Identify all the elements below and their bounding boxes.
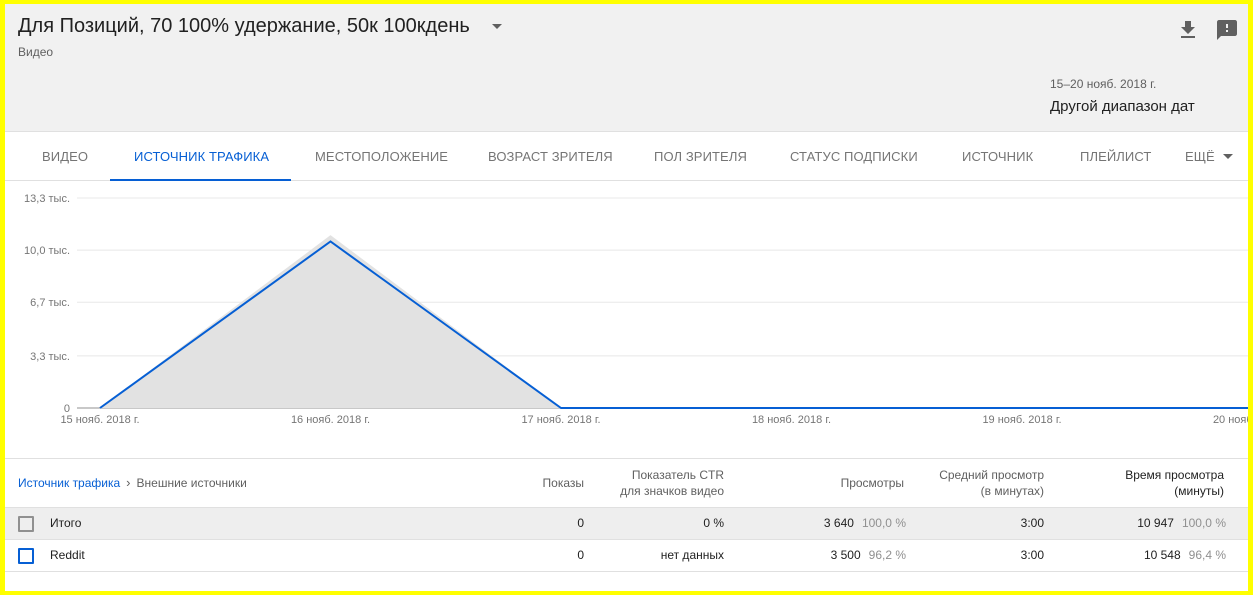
row-watch-pct: 96,4 % xyxy=(1188,548,1226,562)
table-header: Источник трафика › Внешние источники Пок… xyxy=(5,459,1248,507)
column-header-watch-line2: (минуты) xyxy=(1174,484,1224,498)
row-watch: 10 947 100,0 % xyxy=(1137,516,1226,530)
column-header-ctr[interactable]: Показатель CTR для значков видео xyxy=(620,467,724,499)
tab-viewer-gender[interactable]: Пол зрителя xyxy=(654,133,747,181)
report-header: Для Позиций, 70 100% удержание, 50к 100к… xyxy=(5,4,1248,132)
row-views: 3 640 100,0 % xyxy=(824,516,906,530)
x-tick-label: 16 нояб. 2018 г. xyxy=(291,414,370,426)
row-views-value: 3 640 xyxy=(823,516,854,530)
column-header-avg-line1: Средний просмотр xyxy=(939,468,1044,482)
y-tick-label: 6,7 тыс. xyxy=(30,297,70,309)
title-row[interactable]: Для Позиций, 70 100% удержание, 50к 100к… xyxy=(18,15,502,38)
column-header-watch-time[interactable]: Время просмотра (минуты) xyxy=(1125,467,1224,499)
chart-svg: 03,3 тыс.6,7 тыс.10,0 тыс.13,3 тыс.15 но… xyxy=(24,193,1248,426)
report-subtitle: Видео xyxy=(18,45,54,59)
row-impressions: 0 xyxy=(577,548,584,562)
breadcrumb: Источник трафика › Внешние источники xyxy=(18,475,247,490)
row-name: Итого xyxy=(50,516,82,530)
column-header-impressions[interactable]: Показы xyxy=(543,475,584,491)
column-header-ctr-line2: для значков видео xyxy=(620,484,724,498)
breadcrumb-current: Внешние источники xyxy=(136,475,247,490)
chevron-down-icon[interactable] xyxy=(491,24,502,29)
tab-source[interactable]: Источник xyxy=(962,133,1033,181)
row-watch-value: 10 548 xyxy=(1143,548,1181,562)
y-tick-label: 13,3 тыс. xyxy=(24,193,70,205)
download-icon[interactable] xyxy=(1176,18,1200,42)
row-ctr: 0 % xyxy=(703,516,724,530)
column-header-avg-line2: (в минутах) xyxy=(980,484,1044,498)
analytics-panel: Для Позиций, 70 100% удержание, 50к 100к… xyxy=(5,4,1248,591)
date-range-label: 15–20 нояб. 2018 г. xyxy=(1050,77,1157,91)
row-watch-pct: 100,0 % xyxy=(1181,516,1226,530)
table-row-total: Итого 0 0 % 3 640 100,0 % 3:00 10 947 100,… xyxy=(5,507,1248,539)
column-header-ctr-line1: Показатель CTR xyxy=(631,468,724,482)
row-views-value: 3 500 xyxy=(830,548,861,562)
column-header-views[interactable]: Просмотры xyxy=(841,475,904,491)
row-views-pct: 100,0 % xyxy=(861,516,906,530)
series-area xyxy=(100,235,1248,408)
dimension-tabs: Видео Источник трафика Местоположение Во… xyxy=(5,133,1248,181)
row-views: 3 500 96,2 % xyxy=(831,548,906,562)
row-ctr: нет данных xyxy=(660,548,724,562)
chevron-down-icon xyxy=(1222,154,1233,159)
row-avg: 3:00 xyxy=(1020,516,1044,530)
x-tick-label: 15 нояб. 2018 г. xyxy=(60,414,139,426)
tab-more[interactable]: Ещё xyxy=(1185,133,1233,181)
tab-traffic-source[interactable]: Источник трафика xyxy=(134,133,269,181)
tab-playlist[interactable]: Плейлист xyxy=(1080,133,1151,181)
divider xyxy=(5,571,1248,572)
breadcrumb-root-link[interactable]: Источник трафика xyxy=(18,476,120,490)
x-tick-label: 17 нояб. 2018 г. xyxy=(521,414,600,426)
traffic-chart: 0 3,3 тыс. 6,7 тыс. 10,0 тыс. 13,3 тыс. 15 но… xyxy=(5,182,1248,459)
x-tick-label: 20 нояб. 2018 г. xyxy=(1213,414,1248,426)
column-header-avg-view[interactable]: Средний просмотр (в минутах) xyxy=(939,467,1044,499)
tab-viewer-age[interactable]: Возраст зрителя xyxy=(488,133,613,181)
row-avg: 3:00 xyxy=(1020,548,1044,562)
date-range-picker[interactable]: Другой диапазон дат xyxy=(1050,98,1195,115)
y-tick-label: 3,3 тыс. xyxy=(30,351,70,363)
x-tick-label: 18 нояб. 2018 г. xyxy=(752,414,831,426)
row-views-pct: 96,2 % xyxy=(868,548,906,562)
row-checkbox[interactable] xyxy=(18,516,34,532)
table-row: Reddit 0 нет данных 3 500 96,2 % 3:00 10 … xyxy=(5,539,1248,571)
tab-subscription-status[interactable]: Статус подписки xyxy=(790,133,918,181)
tab-location[interactable]: Местоположение xyxy=(315,133,448,181)
y-tick-label: 10,0 тыс. xyxy=(24,245,70,257)
row-name: Reddit xyxy=(50,548,85,562)
report-title: Для Позиций, 70 100% удержание, 50к 100к… xyxy=(18,15,470,37)
x-tick-label: 19 нояб. 2018 г. xyxy=(982,414,1061,426)
feedback-icon[interactable] xyxy=(1215,18,1239,42)
row-watch-value: 10 947 xyxy=(1137,516,1174,530)
tab-video[interactable]: Видео xyxy=(42,133,88,181)
row-checkbox[interactable] xyxy=(18,548,34,564)
active-tab-indicator xyxy=(110,179,291,181)
tab-more-label: Ещё xyxy=(1185,149,1215,164)
column-header-watch-line1: Время просмотра xyxy=(1125,468,1224,482)
row-watch: 10 548 96,4 % xyxy=(1144,548,1226,562)
chevron-right-icon: › xyxy=(126,475,131,490)
row-impressions: 0 xyxy=(577,516,584,530)
